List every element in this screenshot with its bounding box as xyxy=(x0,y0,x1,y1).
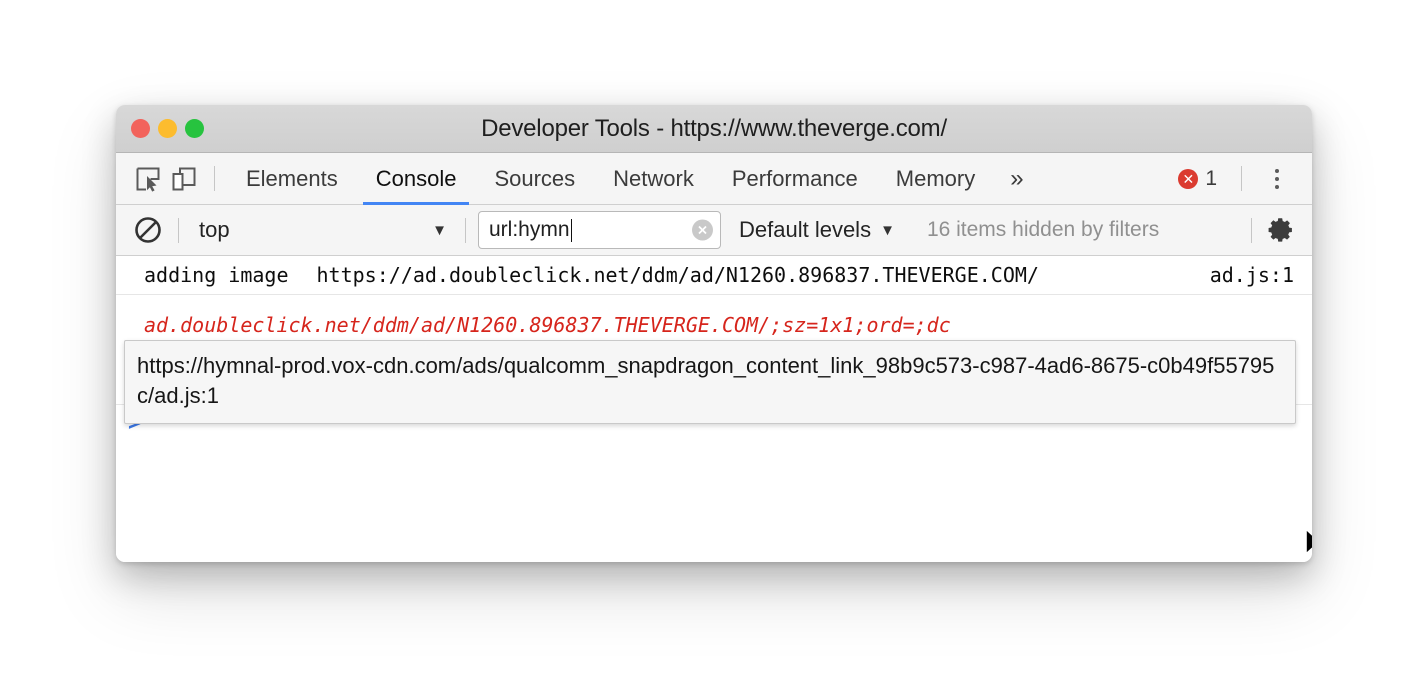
tabbar-actions: ✕ 1 xyxy=(1178,153,1312,205)
devtools-window: Developer Tools - https://www.theverge.c… xyxy=(116,105,1312,562)
console-message-text: adding image xyxy=(144,263,289,287)
chevron-down-icon: ▼ xyxy=(432,221,447,239)
text-cursor xyxy=(570,218,573,242)
toolbar-divider xyxy=(214,166,215,191)
filter-input[interactable]: url:hymn xyxy=(478,211,721,249)
filter-input-value: url:hymn xyxy=(489,218,570,241)
tab-elements[interactable]: Elements xyxy=(227,153,357,205)
console-toolbar-divider-3 xyxy=(1251,217,1252,243)
console-toolbar: top ▼ url:hymn Default levels ▼ 16 items… xyxy=(116,205,1312,256)
window-titlebar: Developer Tools - https://www.theverge.c… xyxy=(116,105,1312,153)
device-toolbar-icon[interactable] xyxy=(166,161,202,197)
minimize-button[interactable] xyxy=(158,119,177,138)
tab-memory[interactable]: Memory xyxy=(877,153,994,205)
console-error-wrapped-line: ad.doubleclick.net/ddm/ad/N1260.896837.T… xyxy=(144,313,951,337)
kebab-menu-icon[interactable] xyxy=(1254,168,1300,189)
log-level-selector[interactable]: Default levels ▼ xyxy=(739,217,901,243)
console-toolbar-divider-1 xyxy=(178,217,179,243)
zoom-button[interactable] xyxy=(185,119,204,138)
gear-icon[interactable] xyxy=(1264,212,1300,248)
console-message-list: adding image https://ad.doubleclick.net/d… xyxy=(116,256,1312,562)
window-title: Developer Tools - https://www.theverge.c… xyxy=(481,114,947,142)
error-icon: ✕ xyxy=(1178,168,1199,189)
error-count: 1 xyxy=(1205,166,1217,190)
screen: Developer Tools - https://www.theverge.c… xyxy=(0,0,1428,694)
tab-network[interactable]: Network xyxy=(594,153,713,205)
tab-sources[interactable]: Sources xyxy=(475,153,594,205)
tab-list: Elements Console Sources Network Perform… xyxy=(227,153,1040,205)
chevron-down-icon: ▼ xyxy=(880,221,895,239)
inspect-element-icon[interactable] xyxy=(130,161,166,197)
close-button[interactable] xyxy=(131,119,150,138)
clear-filter-icon[interactable] xyxy=(692,219,713,241)
devtools-tabbar: Elements Console Sources Network Perform… xyxy=(116,153,1312,205)
log-level-label: Default levels xyxy=(739,217,872,242)
console-toolbar-divider-2 xyxy=(465,217,466,243)
console-message-url: https://ad.doubleclick.net/ddm/ad/N1260.… xyxy=(316,263,1039,287)
console-message-row[interactable]: adding image https://ad.doubleclick.net/d… xyxy=(116,256,1312,295)
console-toolbar-right xyxy=(1239,212,1300,248)
execution-context-value: top xyxy=(199,217,230,242)
hidden-items-message: 16 items hidden by filters xyxy=(926,218,1160,241)
error-indicator[interactable]: ✕ 1 xyxy=(1178,167,1229,191)
link-tooltip: https://hymnal-prod.vox-cdn.com/ads/qual… xyxy=(124,340,1296,424)
mouse-pointer-icon xyxy=(1304,528,1312,562)
tab-performance[interactable]: Performance xyxy=(713,153,877,205)
clear-console-icon[interactable] xyxy=(130,212,166,248)
window-controls xyxy=(131,105,204,152)
tabbar-divider xyxy=(1241,166,1242,191)
console-message-source-link[interactable]: ad.js:1 xyxy=(1210,261,1294,289)
tab-console[interactable]: Console xyxy=(357,153,476,205)
execution-context-selector[interactable]: top ▼ xyxy=(191,213,453,247)
more-tabs-button[interactable]: » xyxy=(994,153,1039,205)
